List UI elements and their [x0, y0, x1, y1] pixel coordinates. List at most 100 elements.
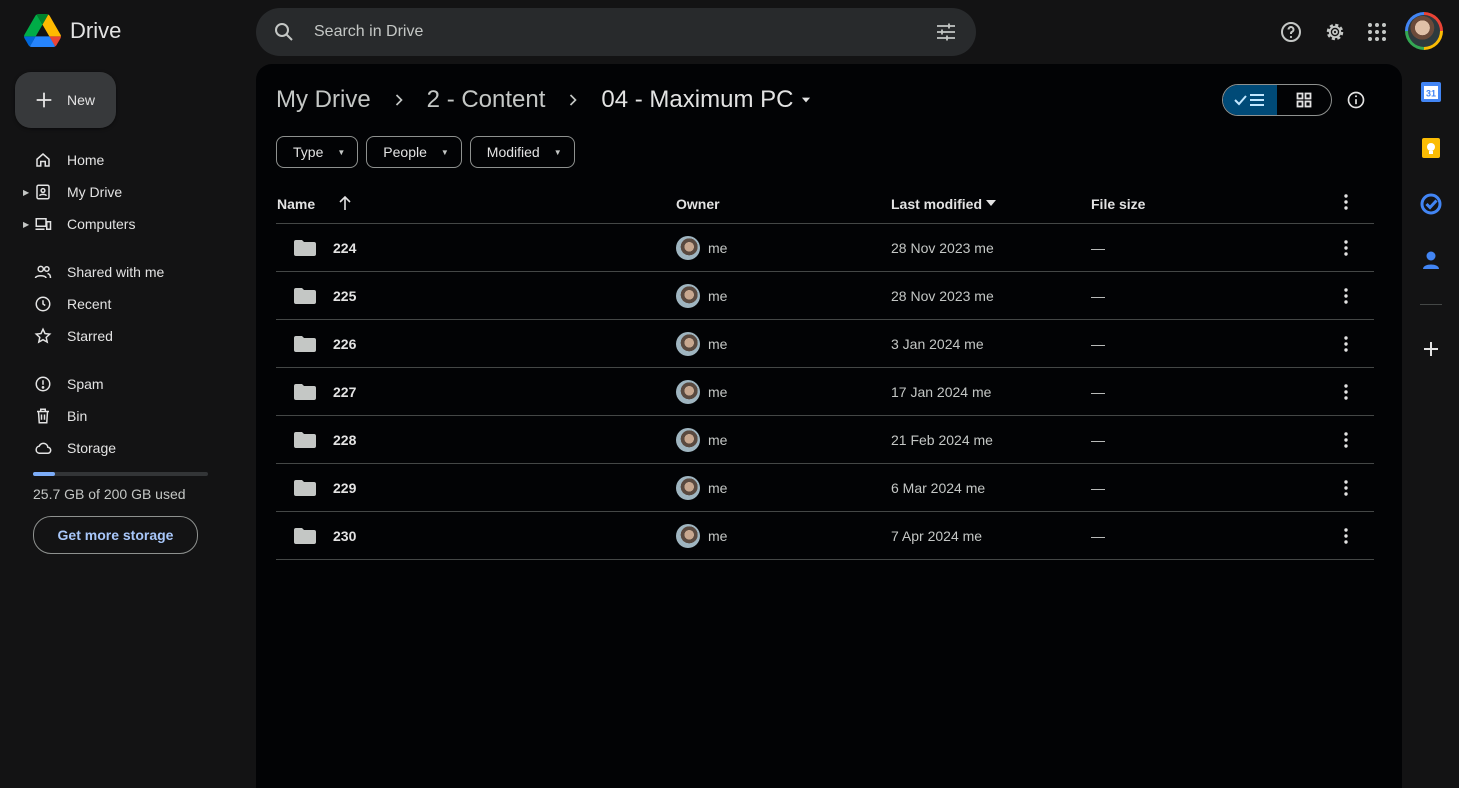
folder-icon [294, 432, 316, 448]
owner-avatar [676, 332, 700, 356]
sidebar-item-label: Spam [67, 376, 104, 392]
check-list-icon [1234, 94, 1264, 106]
more-actions-kebab-icon[interactable] [1338, 478, 1354, 498]
column-header-file-size[interactable]: File size [1091, 196, 1145, 212]
folder-icon [294, 528, 316, 544]
sidebar: New Home ▶ My Drive ▶ Computers Shared w… [0, 64, 256, 788]
tasks-icon[interactable] [1420, 193, 1442, 215]
table-row[interactable]: 228 me 21 Feb 2024 me — [276, 416, 1374, 464]
filter-label: People [383, 144, 427, 160]
file-name[interactable]: 225 [333, 288, 356, 304]
account-avatar[interactable] [1405, 12, 1443, 50]
sidebar-item-label: Storage [67, 440, 117, 456]
file-name[interactable]: 224 [333, 240, 356, 256]
sidebar-item-label: Starred [67, 328, 113, 344]
search-options-icon[interactable] [934, 20, 958, 44]
column-options-kebab-icon[interactable] [1338, 192, 1354, 212]
file-size: — [1091, 240, 1105, 256]
my-drive-icon [36, 184, 50, 200]
column-header-name[interactable]: Name [277, 196, 315, 212]
apps-grid-icon[interactable] [1365, 20, 1389, 44]
more-actions-kebab-icon[interactable] [1338, 382, 1354, 402]
sort-ascending-icon[interactable] [338, 195, 352, 211]
more-actions-kebab-icon[interactable] [1338, 334, 1354, 354]
table-row[interactable]: 227 me 17 Jan 2024 me — [276, 368, 1374, 416]
sort-descending-arrow-icon [986, 200, 996, 206]
table-row[interactable]: 229 me 6 Mar 2024 me — [276, 464, 1374, 512]
file-name[interactable]: 230 [333, 528, 356, 544]
folder-icon [294, 480, 316, 496]
filter-people[interactable]: People ▼ [366, 136, 462, 168]
sidebar-item-my-drive[interactable]: ▶ My Drive [16, 176, 240, 208]
trash-icon [37, 408, 49, 424]
add-addon-plus-icon[interactable] [1420, 338, 1442, 360]
file-size: — [1091, 384, 1105, 400]
sidebar-item-spam[interactable]: Spam [16, 368, 240, 400]
table-row[interactable]: 226 me 3 Jan 2024 me — [276, 320, 1374, 368]
calendar-day: 31 [1426, 89, 1436, 99]
dropdown-arrow-icon [802, 97, 811, 103]
owner-avatar [676, 284, 700, 308]
keep-icon[interactable] [1420, 137, 1442, 159]
table-row[interactable]: 230 me 7 Apr 2024 me — [276, 512, 1374, 560]
more-actions-kebab-icon[interactable] [1338, 430, 1354, 450]
breadcrumb-content[interactable]: 2 - Content [427, 86, 546, 114]
last-modified: 3 Jan 2024 me [891, 336, 984, 352]
sidebar-item-shared-with-me[interactable]: Shared with me [16, 256, 240, 288]
file-size: — [1091, 336, 1105, 352]
file-name[interactable]: 227 [333, 384, 356, 400]
last-modified: 28 Nov 2023 me [891, 288, 994, 304]
filter-label: Type [293, 144, 324, 160]
search-icon[interactable] [272, 20, 296, 44]
info-icon[interactable] [1346, 90, 1366, 110]
grid-view-button[interactable] [1277, 85, 1331, 115]
search-input[interactable] [312, 22, 934, 42]
more-actions-kebab-icon[interactable] [1338, 238, 1354, 258]
column-header-owner[interactable]: Owner [676, 196, 720, 212]
new-button[interactable]: New [15, 72, 116, 128]
sidebar-item-recent[interactable]: Recent [16, 288, 240, 320]
sidebar-item-starred[interactable]: Starred [16, 320, 240, 352]
drive-logo[interactable]: Drive [24, 14, 121, 47]
file-name[interactable]: 229 [333, 480, 356, 496]
shared-icon [34, 265, 52, 279]
dropdown-arrow-icon: ▼ [337, 147, 346, 157]
breadcrumb-my-drive[interactable]: My Drive [276, 86, 371, 114]
get-more-storage-button[interactable]: Get more storage [33, 516, 198, 554]
last-modified: 21 Feb 2024 me [891, 432, 993, 448]
filter-label: Modified [486, 144, 540, 160]
more-actions-kebab-icon[interactable] [1338, 526, 1354, 546]
last-modified: 28 Nov 2023 me [891, 240, 994, 256]
calendar-icon[interactable]: 31 [1420, 81, 1442, 103]
owner-name: me [708, 240, 728, 256]
owner-name: me [708, 384, 728, 400]
column-header-last-modified[interactable]: Last modified [891, 196, 982, 212]
folder-icon [294, 240, 316, 256]
list-view-button[interactable] [1223, 85, 1277, 115]
folder-icon [294, 336, 316, 352]
owner-avatar [676, 524, 700, 548]
contacts-icon[interactable] [1420, 249, 1442, 271]
table-row[interactable]: 224 me 28 Nov 2023 me — [276, 224, 1374, 272]
owner-name: me [708, 528, 728, 544]
expand-caret-icon[interactable]: ▶ [23, 220, 29, 229]
folder-icon [294, 288, 316, 304]
settings-gear-icon[interactable] [1323, 20, 1347, 44]
file-name[interactable]: 228 [333, 432, 356, 448]
sidebar-item-home[interactable]: Home [16, 144, 240, 176]
filter-type[interactable]: Type ▼ [276, 136, 359, 168]
folder-icon [294, 384, 316, 400]
file-name[interactable]: 226 [333, 336, 356, 352]
storage-usage-bar [33, 472, 208, 476]
table-row[interactable]: 225 me 28 Nov 2023 me — [276, 272, 1374, 320]
more-actions-kebab-icon[interactable] [1338, 286, 1354, 306]
sidebar-item-bin[interactable]: Bin [16, 400, 240, 432]
sidebar-item-computers[interactable]: ▶ Computers [16, 208, 240, 240]
sidebar-item-storage[interactable]: Storage [16, 432, 240, 464]
search-bar[interactable] [256, 8, 976, 56]
filter-modified[interactable]: Modified ▼ [469, 136, 575, 168]
breadcrumb-current-folder[interactable]: 04 - Maximum PC [601, 86, 813, 114]
help-icon[interactable] [1279, 20, 1303, 44]
expand-caret-icon[interactable]: ▶ [23, 188, 29, 197]
owner-avatar [676, 428, 700, 452]
